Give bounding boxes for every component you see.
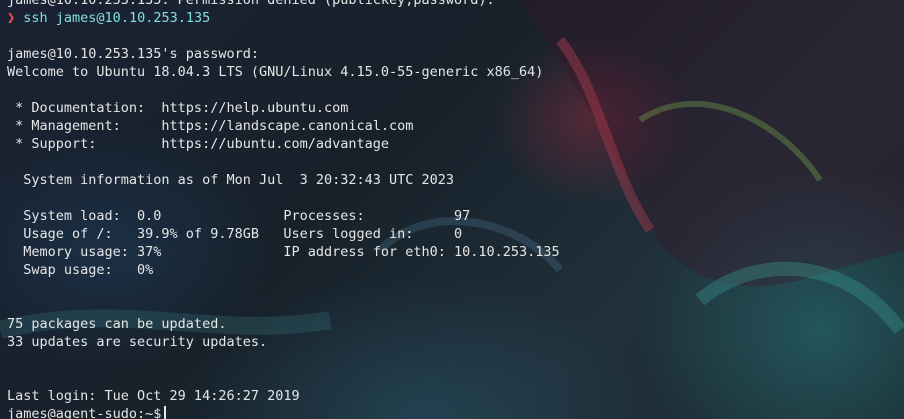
prompt-arrow-icon: ❯ bbox=[7, 10, 16, 26]
terminal-window[interactable]: james@10.10.253.135: Permission denied (… bbox=[0, 0, 904, 419]
prompt-line[interactable]: james@agent-sudo:~$ bbox=[7, 405, 904, 419]
output-line: Welcome to Ubuntu 18.04.3 LTS (GNU/Linux… bbox=[7, 64, 544, 80]
output-line: james@10.10.253.135: Permission denied (… bbox=[7, 0, 495, 8]
output-line: james@10.10.253.135's password: bbox=[7, 46, 259, 62]
output-line: 75 packages can be updated. bbox=[7, 316, 227, 332]
terminal-output: james@10.10.253.135: Permission denied (… bbox=[7, 0, 904, 419]
output-line: Swap usage: 0% bbox=[7, 262, 154, 278]
output-line: * Management: https://landscape.canonica… bbox=[7, 118, 414, 134]
shell-prompt: james@agent-sudo:~$ bbox=[7, 406, 162, 419]
output-line: Last login: Tue Oct 29 14:26:27 2019 bbox=[7, 388, 300, 404]
output-line: * Support: https://ubuntu.com/advantage bbox=[7, 136, 390, 152]
output-line: Memory usage: 37% IP address for eth0: 1… bbox=[7, 244, 560, 260]
ssh-command-line: ❯ ssh james@10.10.253.135 bbox=[7, 9, 904, 27]
output-line: Usage of /: 39.9% of 9.78GB Users logged… bbox=[7, 226, 463, 242]
text-cursor[interactable] bbox=[164, 406, 167, 419]
output-line: * Documentation: https://help.ubuntu.com bbox=[7, 100, 349, 116]
output-line: 33 updates are security updates. bbox=[7, 334, 268, 350]
output-line: System information as of Mon Jul 3 20:32… bbox=[7, 172, 455, 188]
command-text: ssh james@10.10.253.135 bbox=[23, 10, 211, 26]
output-line: System load: 0.0 Processes: 97 bbox=[7, 208, 471, 224]
